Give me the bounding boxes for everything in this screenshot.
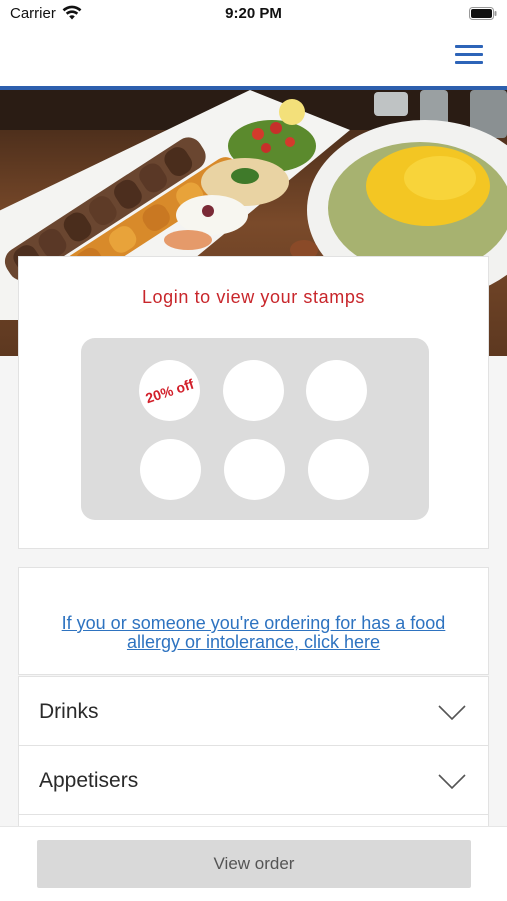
hamburger-menu-icon[interactable] <box>455 40 483 66</box>
allergy-info-card: If you or someone you're ordering for ha… <box>18 567 489 675</box>
bottom-bar: View order <box>0 826 507 901</box>
view-order-button[interactable]: View order <box>37 840 471 888</box>
category-row-appetisers[interactable]: Appetisers <box>18 745 489 815</box>
status-bar: Carrier 9:20 PM <box>0 0 507 30</box>
allergy-info-link[interactable]: If you or someone you're ordering for ha… <box>39 614 468 652</box>
battery-icon <box>469 7 497 20</box>
stamp-slot: 20% off <box>139 360 200 421</box>
stamp-slot <box>308 439 369 500</box>
category-label: Drinks <box>39 700 99 723</box>
header-divider <box>0 86 507 90</box>
category-label: Appetisers <box>39 769 139 792</box>
chevron-down-icon <box>438 774 466 790</box>
stamp-slot <box>306 360 367 421</box>
chevron-down-icon <box>438 705 466 721</box>
header-bar <box>0 30 507 86</box>
stamp-slot <box>140 439 201 500</box>
clock-time: 9:20 PM <box>225 5 282 22</box>
stamp-grid: 20% off <box>81 338 429 520</box>
stamp-card: Login to view your stamps 20% off <box>18 256 489 549</box>
stamp-reward-label: 20% off <box>143 375 196 406</box>
stamp-slot <box>223 360 284 421</box>
stamp-card-title: Login to view your stamps <box>141 287 366 307</box>
category-row-drinks[interactable]: Drinks <box>18 676 489 746</box>
stamp-slot <box>224 439 285 500</box>
